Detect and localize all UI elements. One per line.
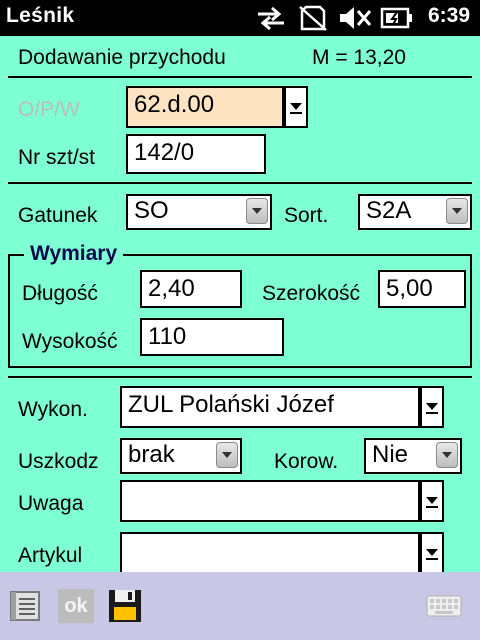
sync-arrows-icon[interactable] (254, 5, 288, 31)
gatunek-dropdown-button[interactable] (246, 198, 268, 224)
wysokosc-label: Wysokość (22, 330, 118, 353)
artykul-select[interactable] (120, 532, 420, 574)
clock[interactable]: 6:39 (428, 4, 470, 28)
form-area: Dodawanie przychodu M = 13,20 O/P/W 62.d… (0, 36, 480, 574)
bottom-toolbar: ok (0, 572, 480, 640)
korow-label: Korow. (274, 450, 339, 473)
keyboard-button[interactable] (426, 594, 462, 623)
wykon-dropdown-button[interactable] (420, 386, 444, 428)
artykul-label: Artykul (18, 544, 83, 567)
szerokosc-input[interactable]: 5,00 (378, 270, 466, 308)
dlugosc-input[interactable]: 2,40 (140, 270, 242, 308)
chevron-down-icon (290, 103, 302, 114)
chevron-down-icon (426, 549, 438, 560)
sort-label: Sort. (284, 204, 329, 227)
uwaga-dropdown-button[interactable] (420, 480, 444, 522)
measure-value: M = 13,20 (312, 46, 406, 69)
wykon-label: Wykon. (18, 398, 88, 421)
uwaga-select[interactable] (120, 480, 420, 522)
chevron-down-icon (426, 403, 438, 414)
divider (8, 376, 472, 378)
dlugosc-label: Długość (22, 282, 98, 305)
status-bar: Leśnik 6:39 (0, 0, 480, 36)
opw-dropdown-button[interactable] (284, 86, 308, 128)
chevron-down-icon (426, 497, 438, 508)
nr-input[interactable]: 142/0 (126, 134, 266, 174)
divider (8, 76, 472, 78)
uszkodz-dropdown-button[interactable] (216, 442, 238, 468)
chevron-down-icon (452, 208, 462, 214)
list-button[interactable] (6, 586, 44, 626)
nr-label: Nr szt/st (18, 146, 95, 169)
artykul-dropdown-button[interactable] (420, 532, 444, 574)
list-icon (10, 591, 40, 621)
wykon-select[interactable]: ZUL Polański Józef (120, 386, 420, 428)
korow-dropdown-button[interactable] (436, 442, 458, 468)
opw-input[interactable]: 62.d.00 (126, 86, 284, 128)
gatunek-label: Gatunek (18, 204, 98, 227)
divider (8, 182, 472, 184)
save-button[interactable] (106, 586, 144, 626)
no-sim-icon[interactable] (298, 5, 328, 31)
szerokosc-label: Szerokość (262, 282, 361, 305)
ok-label: ok (64, 594, 88, 617)
save-disk-icon (109, 590, 141, 622)
chevron-down-icon (252, 208, 262, 214)
opw-label: O/P/W (18, 98, 80, 121)
sort-dropdown-button[interactable] (446, 198, 468, 224)
app-title: Leśnik (6, 4, 75, 27)
ok-button[interactable]: ok (58, 589, 94, 623)
wysokosc-input[interactable]: 110 (140, 318, 284, 356)
battery-charging-icon[interactable] (380, 5, 414, 31)
uwaga-label: Uwaga (18, 492, 84, 515)
uszkodz-label: Uszkodz (18, 450, 99, 473)
chevron-down-icon (222, 452, 232, 458)
wymiary-title: Wymiary (24, 242, 124, 266)
speaker-muted-icon[interactable] (338, 5, 372, 31)
page-title: Dodawanie przychodu (18, 46, 226, 69)
keyboard-icon (426, 595, 462, 617)
chevron-down-icon (442, 452, 452, 458)
